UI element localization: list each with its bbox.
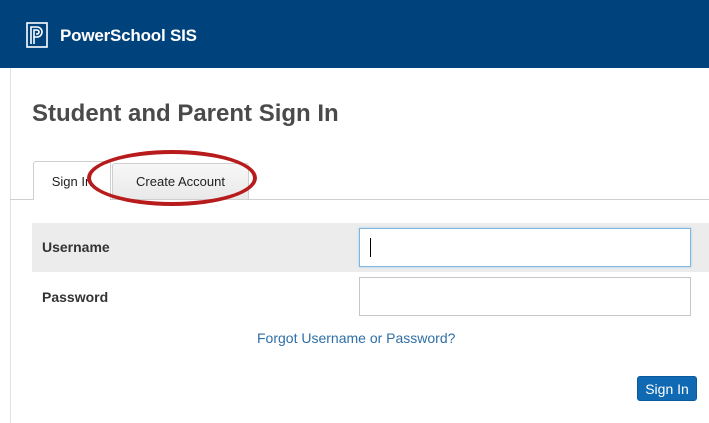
text-caret: [370, 238, 371, 257]
powerschool-logo-icon: [26, 22, 48, 48]
brand-name: PowerSchool SIS: [60, 26, 197, 45]
tab-create-account[interactable]: Create Account: [112, 163, 249, 199]
password-input[interactable]: [359, 277, 691, 316]
tab-sign-in[interactable]: Sign In: [33, 161, 111, 200]
username-label: Username: [42, 239, 110, 255]
sign-in-button[interactable]: Sign In: [637, 376, 697, 401]
tab-bar-divider: [10, 199, 709, 200]
username-input[interactable]: [359, 228, 691, 267]
app-header: PowerSchool SIS: [0, 0, 709, 68]
page-title: Student and Parent Sign In: [32, 100, 339, 127]
forgot-credentials-link[interactable]: Forgot Username or Password?: [257, 330, 455, 346]
password-label: Password: [42, 289, 109, 305]
content-border: [10, 68, 11, 423]
